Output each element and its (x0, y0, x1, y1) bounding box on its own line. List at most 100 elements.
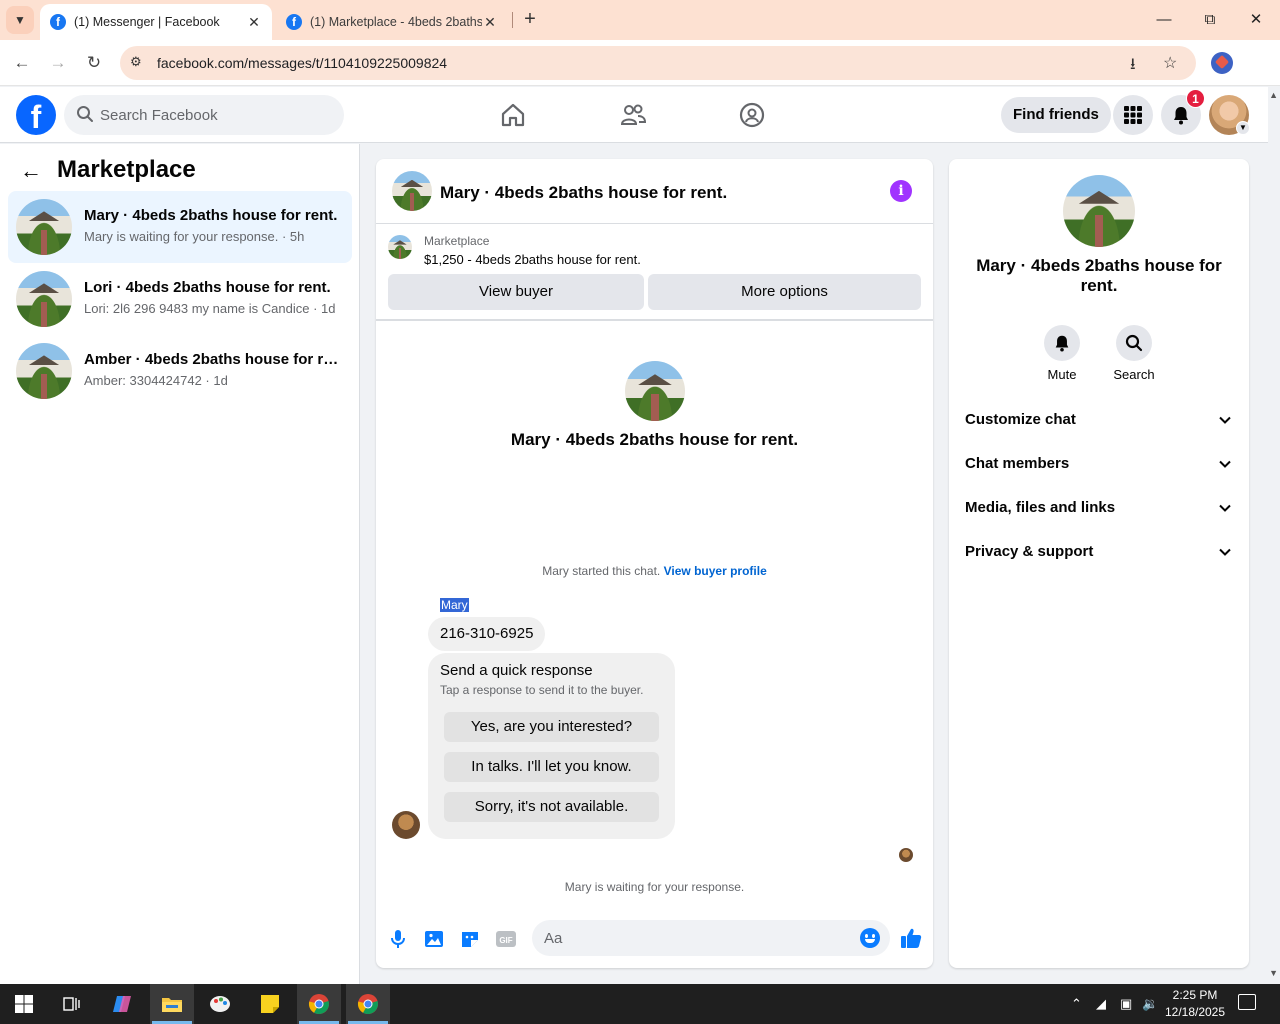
chat-title[interactable]: Mary · 4beds 2baths house for rent. (440, 183, 727, 203)
chevron-down-icon (1219, 504, 1231, 512)
notification-center-icon[interactable] (1238, 994, 1256, 1010)
omnibox[interactable]: ⚙ facebook.com/messages/t/11041092250098… (120, 46, 1196, 80)
copilot-icon (113, 996, 131, 1012)
minimize-button[interactable]: — (1152, 8, 1176, 32)
scroll-up-arrow-icon[interactable]: ▲ (1269, 90, 1278, 100)
listing-thumbnail (16, 199, 72, 255)
search-icon (77, 106, 93, 122)
back-arrow-icon[interactable]: ← (20, 158, 42, 184)
scroll-down-arrow-icon[interactable]: ▼ (1269, 968, 1278, 978)
message-bubble[interactable]: 216-310-6925 (428, 617, 546, 651)
close-tab-icon[interactable]: ✕ (246, 14, 262, 31)
microphone-icon[interactable] (387, 928, 409, 950)
mute-button[interactable]: Mute (1032, 325, 1092, 382)
chevron-down-icon (1219, 460, 1231, 468)
thumbs-up-icon[interactable] (899, 926, 923, 950)
system-clock[interactable]: 2:25 PM 12/18/2025 (1160, 987, 1230, 1021)
close-window-button[interactable]: ✕ (1244, 8, 1268, 32)
listing-thumbnail[interactable] (388, 235, 412, 259)
facebook-logo-icon[interactable]: f (16, 95, 56, 135)
install-app-icon[interactable]: ⭳ (1130, 53, 1136, 80)
search-input[interactable] (100, 95, 336, 135)
message-input[interactable] (544, 920, 844, 956)
groups-icon[interactable] (738, 101, 766, 129)
task-view-button[interactable] (50, 984, 94, 1024)
forward-button[interactable]: → (46, 51, 70, 75)
conversation-item[interactable]: Lori · 4beds 2baths house for rent. Lori… (8, 263, 352, 335)
seen-indicator-avatar (899, 848, 913, 862)
sticky-notes-button[interactable] (248, 984, 292, 1024)
facebook-favicon-icon: f (50, 14, 66, 30)
paint-app-button[interactable] (198, 984, 242, 1024)
section-media-files-links[interactable]: Media, files and links (957, 486, 1241, 530)
url-text[interactable]: facebook.com/messages/t/1104109225009824 (157, 55, 447, 71)
back-button[interactable]: ← (10, 51, 34, 75)
chat-avatar[interactable] (392, 171, 432, 211)
conversation-name: Amber · 4beds 2baths house for re... (84, 351, 344, 368)
tab-title: (1) Marketplace - 4beds 2baths (310, 15, 482, 29)
browser-profile-avatar[interactable] (1211, 52, 1233, 74)
section-privacy-support[interactable]: Privacy & support (957, 530, 1241, 574)
bookmark-star-icon[interactable]: ☆ (1163, 53, 1177, 73)
quick-response-card: Send a quick response Tap a response to … (428, 653, 675, 839)
meeting-icon[interactable]: ▣ (1120, 996, 1132, 1012)
quick-response-subtitle: Tap a response to send it to the buyer. (440, 683, 644, 697)
photo-icon[interactable] (423, 928, 445, 950)
message-composer[interactable] (532, 920, 890, 956)
info-avatar[interactable] (1063, 175, 1135, 247)
chrome-profile-button[interactable] (346, 984, 390, 1024)
site-settings-icon[interactable]: ⚙ (130, 54, 142, 70)
view-buyer-button[interactable]: View buyer (388, 274, 644, 310)
search-circle (1116, 325, 1152, 361)
listing-thumbnail (16, 343, 72, 399)
section-customize-chat[interactable]: Customize chat (957, 398, 1241, 442)
conversation-item[interactable]: Mary · 4beds 2baths house for rent. Mary… (8, 191, 352, 263)
tab-messenger[interactable]: f (1) Messenger | Facebook ✕ (40, 4, 272, 40)
quick-response-option[interactable]: In talks. I'll let you know. (444, 752, 659, 782)
conversation-item[interactable]: Amber · 4beds 2baths house for re... Amb… (8, 335, 352, 407)
find-friends-button[interactable]: Find friends (1001, 97, 1111, 133)
quick-response-title: Send a quick response (440, 662, 593, 679)
tab-search-button[interactable]: ▼ (6, 6, 34, 34)
file-explorer-button[interactable] (150, 984, 194, 1024)
listing-price-title[interactable]: $1,250 - 4beds 2baths house for rent. (424, 252, 641, 267)
chrome-icon (357, 994, 378, 1015)
search-in-chat-button[interactable]: Search (1104, 325, 1164, 382)
sticker-icon[interactable] (459, 928, 481, 950)
tab-marketplace[interactable]: f (1) Marketplace - 4beds 2baths ✕ (276, 4, 508, 40)
tab-title: (1) Messenger | Facebook (74, 15, 220, 29)
volume-icon[interactable]: 🔉 (1142, 996, 1158, 1012)
facebook-search[interactable] (64, 95, 344, 135)
chevron-up-icon[interactable]: ⌃ (1071, 996, 1082, 1012)
chrome-icon (308, 994, 329, 1015)
info-icon[interactable]: i (890, 180, 912, 202)
listing-thumbnail (16, 271, 72, 327)
menu-button[interactable] (1113, 95, 1153, 135)
chevron-down-icon[interactable]: ▼ (1236, 121, 1250, 135)
section-chat-members[interactable]: Chat members (957, 442, 1241, 486)
facebook-top-nav: f Find friends 1 (0, 87, 1268, 143)
friends-icon[interactable] (619, 101, 647, 129)
emoji-icon[interactable] (860, 928, 880, 948)
chevron-down-icon (1219, 416, 1231, 424)
start-button[interactable] (2, 984, 46, 1024)
browser-tab-strip: ▼ f (1) Messenger | Facebook ✕ f (1) Mar… (0, 0, 1280, 40)
quick-response-option[interactable]: Sorry, it's not available. (444, 792, 659, 822)
wifi-icon[interactable]: ◢ (1096, 996, 1106, 1012)
more-options-button[interactable]: More options (648, 274, 921, 310)
sender-avatar[interactable] (392, 811, 420, 839)
tab-divider (512, 12, 513, 28)
new-tab-button[interactable]: + (518, 8, 542, 32)
chrome-button[interactable] (297, 984, 341, 1024)
waiting-notice: Mary is waiting for your response. (564, 880, 745, 894)
gif-icon[interactable]: GIF (495, 928, 517, 950)
quick-response-option[interactable]: Yes, are you interested? (444, 712, 659, 742)
svg-text:GIF: GIF (499, 936, 512, 945)
copilot-button[interactable] (100, 984, 144, 1024)
reload-button[interactable]: ↻ (82, 51, 106, 75)
close-tab-icon[interactable]: ✕ (482, 14, 498, 31)
restore-button[interactable]: ⧉ (1198, 8, 1222, 32)
home-icon[interactable] (499, 101, 527, 129)
view-buyer-profile-link[interactable]: View buyer profile (664, 564, 767, 578)
palette-icon (210, 996, 230, 1012)
